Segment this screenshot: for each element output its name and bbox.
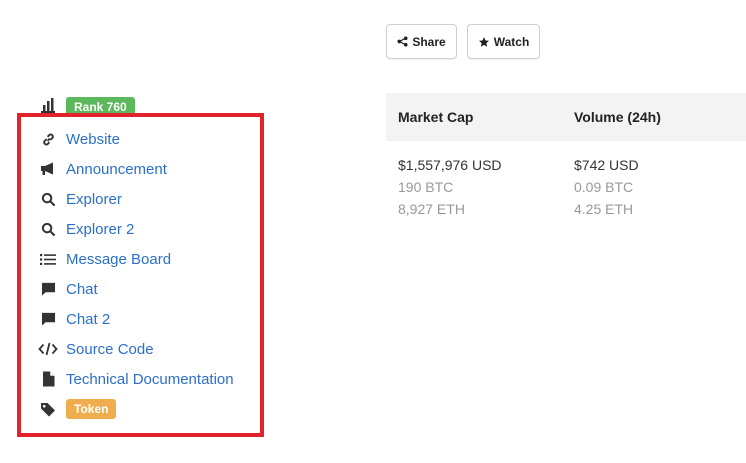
market-cap-eth: 8,927 ETH — [398, 201, 465, 217]
link-icon — [38, 131, 58, 147]
watch-label: Watch — [493, 34, 530, 49]
message-board-label: Message Board — [66, 250, 172, 268]
explorer-link[interactable]: Explorer — [38, 184, 234, 214]
source-code-label: Source Code — [66, 340, 154, 358]
watch-button[interactable]: Watch — [467, 24, 540, 59]
code-icon — [38, 341, 58, 357]
chat-icon — [38, 311, 58, 327]
explorer-2-link[interactable]: Explorer 2 — [38, 214, 234, 244]
source-code-link[interactable]: Source Code — [38, 334, 234, 364]
share-button[interactable]: Share — [386, 24, 457, 59]
announcement-label: Announcement — [66, 160, 167, 178]
website-label: Website — [66, 130, 120, 148]
announcement-link[interactable]: Announcement — [38, 154, 234, 184]
search-icon — [38, 191, 58, 207]
technical-documentation-link[interactable]: Technical Documentation — [38, 364, 234, 394]
token-row: Token — [38, 394, 234, 424]
links-list: Website Announcement Explorer Explorer 2 — [38, 124, 234, 424]
chat-2-label: Chat 2 — [66, 310, 111, 328]
explorer-2-label: Explorer 2 — [66, 220, 135, 238]
volume-header: Volume (24h) — [574, 109, 661, 125]
megaphone-icon — [38, 161, 58, 177]
search-icon — [38, 221, 58, 237]
volume-eth: 4.25 ETH — [574, 201, 634, 217]
share-icon — [397, 36, 408, 47]
chat-label: Chat — [66, 280, 98, 298]
token-badge[interactable]: Token — [66, 399, 117, 419]
chat-link[interactable]: Chat — [38, 274, 234, 304]
chat-2-link[interactable]: Chat 2 — [38, 304, 234, 334]
tag-icon — [38, 401, 58, 417]
technical-documentation-label: Technical Documentation — [66, 370, 234, 388]
volume-usd: $742 USD — [574, 157, 639, 173]
volume-values: $742 USD 0.09 BTC 4.25 ETH — [574, 154, 639, 220]
volume-btc: 0.09 BTC — [574, 179, 634, 195]
star-icon — [478, 36, 490, 48]
chat-icon — [38, 281, 58, 297]
market-cap-usd: $1,557,976 USD — [398, 157, 502, 173]
explorer-label: Explorer — [66, 190, 122, 208]
share-label: Share — [412, 34, 446, 49]
document-icon — [38, 371, 58, 387]
market-cap-btc: 190 BTC — [398, 179, 454, 195]
market-cap-values: $1,557,976 USD 190 BTC 8,927 ETH — [398, 154, 502, 220]
stats-header: Market Cap Volume (24h) — [386, 93, 746, 141]
market-cap-header: Market Cap — [398, 109, 474, 125]
message-board-link[interactable]: Message Board — [38, 244, 234, 274]
website-link[interactable]: Website — [38, 124, 234, 154]
list-icon — [38, 251, 58, 267]
